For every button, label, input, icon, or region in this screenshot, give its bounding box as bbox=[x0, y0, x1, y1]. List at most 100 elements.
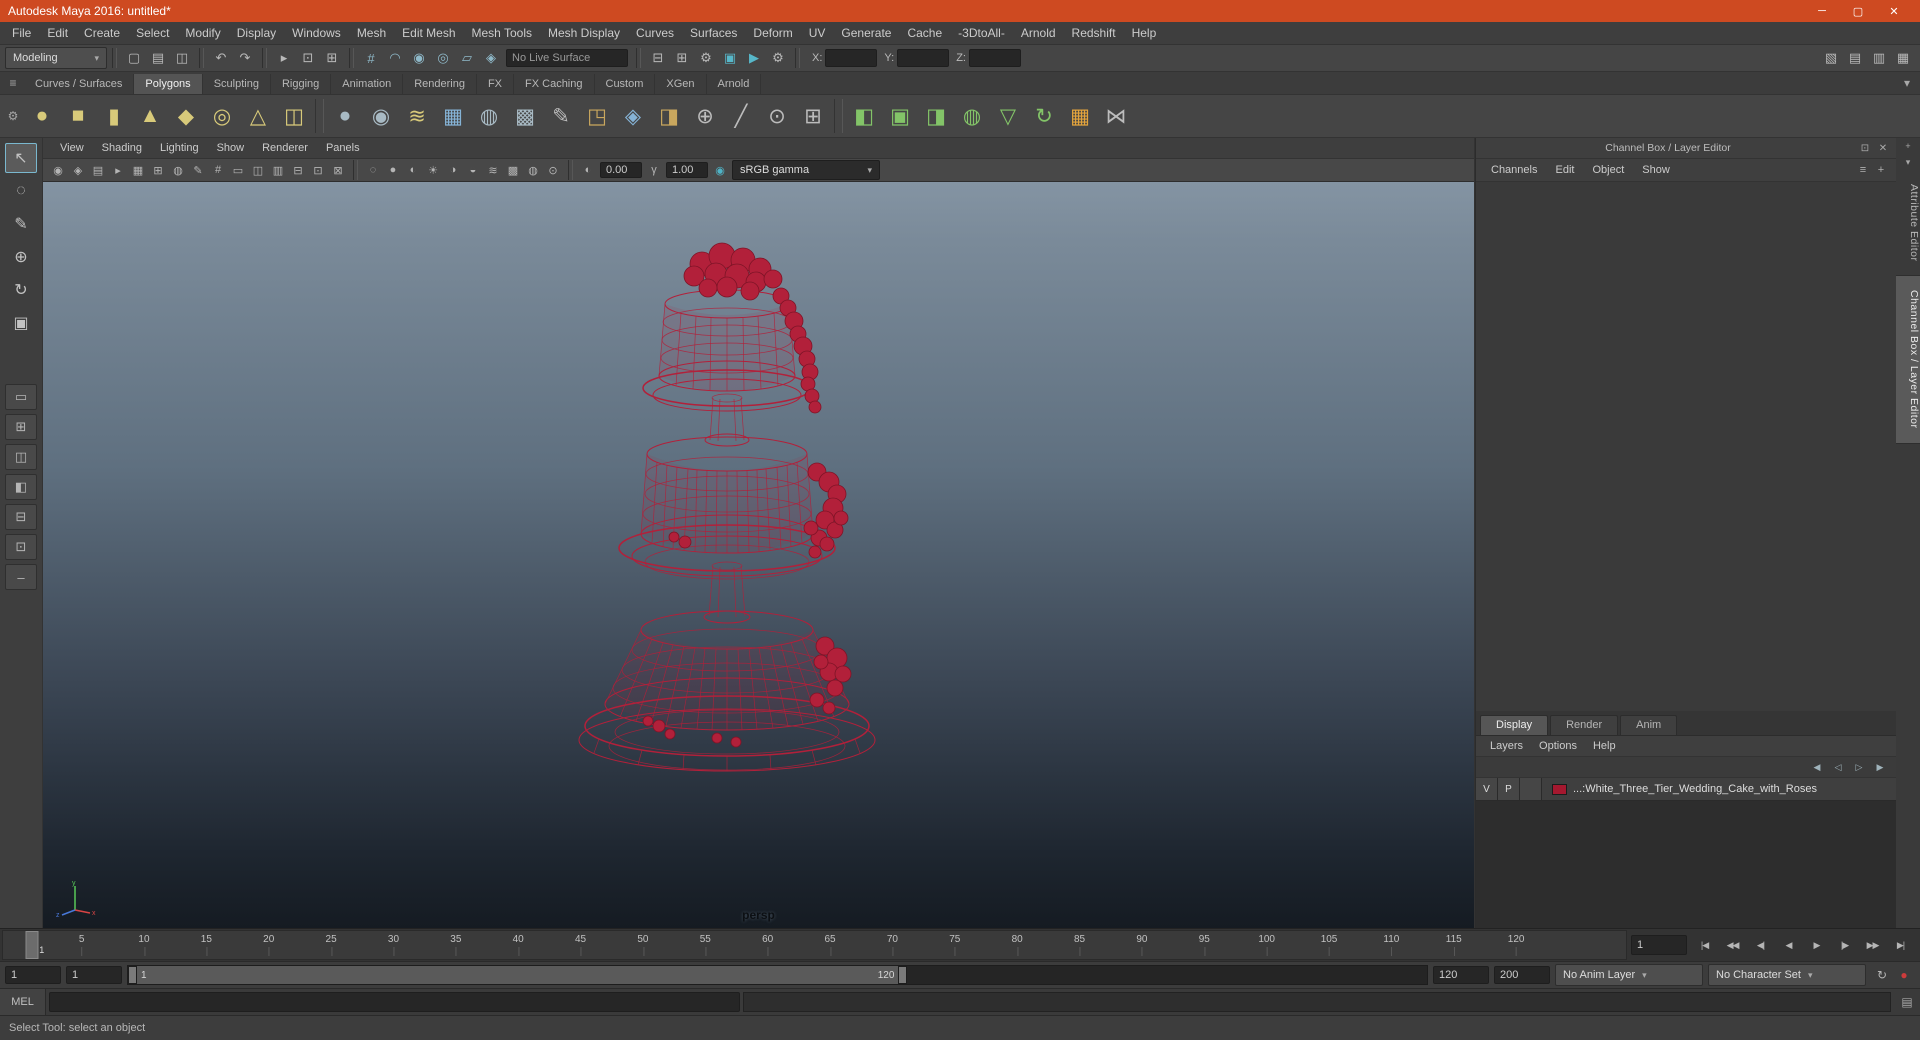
mel-input[interactable] bbox=[49, 992, 741, 1012]
quad-draw-icon[interactable]: ⊞ bbox=[795, 97, 831, 135]
layer-editor-menu-item[interactable]: Layers bbox=[1482, 740, 1531, 752]
menu-item[interactable]: Deform bbox=[745, 22, 800, 44]
mel-label[interactable]: MEL bbox=[0, 989, 46, 1015]
live-surface-field[interactable]: No Live Surface bbox=[506, 49, 628, 67]
menu-item[interactable]: -3DtoAll- bbox=[950, 22, 1013, 44]
gate-mask-icon[interactable]: ▥ bbox=[268, 160, 288, 180]
menu-item[interactable]: Help bbox=[1124, 22, 1165, 44]
safe-action-icon[interactable]: ⊡ bbox=[308, 160, 328, 180]
film-gate-icon[interactable]: ▭ bbox=[228, 160, 248, 180]
2d-pan-zoom-icon[interactable]: ⊞ bbox=[148, 160, 168, 180]
wireframe-icon[interactable]: ◌ bbox=[363, 160, 383, 180]
render-settings-icon[interactable]: ⚙ bbox=[766, 47, 790, 69]
poly-cube-icon[interactable]: ■ bbox=[60, 97, 96, 135]
x-coordinate-input[interactable] bbox=[825, 49, 878, 67]
save-scene-icon[interactable]: ◫ bbox=[170, 47, 194, 69]
shelf-tab[interactable]: Sculpting bbox=[202, 74, 271, 94]
shelf-tab[interactable]: Polygons bbox=[134, 74, 203, 94]
channel-box-menu-item[interactable]: Object bbox=[1583, 164, 1633, 176]
uv-editor-layout-button[interactable]: ⊡ bbox=[5, 534, 37, 560]
shadows-icon[interactable]: ◑ bbox=[443, 160, 463, 180]
textured-icon[interactable]: ◐ bbox=[403, 160, 423, 180]
remesh-icon[interactable]: ◍ bbox=[471, 97, 507, 135]
camera-attributes-icon[interactable]: ▤ bbox=[88, 160, 108, 180]
manipulator-icon[interactable]: + bbox=[1872, 161, 1890, 179]
combine-icon[interactable]: ▣ bbox=[882, 97, 918, 135]
rotate-tool[interactable]: ↻ bbox=[5, 275, 37, 305]
panel-menu-icon[interactable]: ▾ bbox=[1906, 154, 1911, 170]
render-icon[interactable]: ▣ bbox=[718, 47, 742, 69]
animation-start-field[interactable]: 1 bbox=[5, 966, 61, 984]
panel-menu-item[interactable]: Renderer bbox=[253, 142, 317, 154]
safe-title-icon[interactable]: ⊠ bbox=[328, 160, 348, 180]
four-pane-layout-button[interactable]: ⊞ bbox=[5, 414, 37, 440]
wireframe-cake-model[interactable] bbox=[567, 226, 927, 826]
resolution-gate-icon[interactable]: ◫ bbox=[248, 160, 268, 180]
layer-mute-icon[interactable]: ◁ bbox=[1830, 762, 1846, 773]
multisample-icon[interactable]: ▩ bbox=[503, 160, 523, 180]
shelf-tab[interactable]: XGen bbox=[655, 74, 707, 94]
menu-item[interactable]: Cache bbox=[899, 22, 950, 44]
ipr-render-icon[interactable]: ▶ bbox=[742, 47, 766, 69]
use-all-lights-icon[interactable]: ☀ bbox=[423, 160, 443, 180]
extrude-icon[interactable]: ◳ bbox=[579, 97, 615, 135]
shelf-tab[interactable]: FX Caching bbox=[514, 74, 595, 94]
menu-item[interactable]: Edit Mesh bbox=[394, 22, 463, 44]
popout-icon[interactable]: ⊡ bbox=[1856, 143, 1874, 154]
shelf-options-icon[interactable]: ≡ bbox=[2, 72, 24, 94]
menu-item[interactable]: Mesh Tools bbox=[464, 22, 540, 44]
select-tool[interactable]: ↖ bbox=[5, 143, 37, 173]
poly-pyramid-icon[interactable]: △ bbox=[240, 97, 276, 135]
layer-name[interactable]: ...:White_Three_Tier_Wedding_Cake_with_R… bbox=[1573, 783, 1817, 795]
image-plane-icon[interactable]: ▦ bbox=[128, 160, 148, 180]
bridge-icon[interactable]: ◨ bbox=[651, 97, 687, 135]
menu-item[interactable]: Generate bbox=[833, 22, 899, 44]
shelf-tab[interactable]: Custom bbox=[594, 74, 656, 94]
subdiv-sphere-icon[interactable]: ◉ bbox=[363, 97, 399, 135]
grid-toggle-icon[interactable]: # bbox=[208, 160, 228, 180]
redo-icon[interactable]: ↷ bbox=[233, 47, 257, 69]
snap-curve-icon[interactable]: ◠ bbox=[383, 47, 407, 69]
sidebar-vertical-tab[interactable]: Attribute Editor bbox=[1896, 170, 1920, 277]
layer-editor-menu-item[interactable]: Options bbox=[1531, 740, 1585, 752]
time-slider-ruler[interactable]: 1 5 10 15 20 25 30 35 40 45 50 55 60 65 70 75 80 85 90 95 1… bbox=[2, 930, 1627, 960]
poly-sphere-icon[interactable]: ● bbox=[24, 97, 60, 135]
layer-editor-tab[interactable]: Render bbox=[1550, 715, 1619, 735]
colorspace-toggle-icon[interactable]: ◉ bbox=[710, 160, 730, 180]
go-to-start-button[interactable]: |◀ bbox=[1691, 933, 1718, 957]
menu-item[interactable]: Redshift bbox=[1064, 22, 1124, 44]
snap-grid-icon[interactable]: # bbox=[359, 47, 383, 69]
layer-solo-icon[interactable]: ◀ bbox=[1809, 762, 1825, 773]
panel-menu-item[interactable]: View bbox=[51, 142, 93, 154]
channel-box-menu-item[interactable]: Show bbox=[1633, 164, 1679, 176]
menu-item[interactable]: Arnold bbox=[1013, 22, 1064, 44]
smooth-mesh-icon[interactable]: ● bbox=[327, 97, 363, 135]
make-live-icon[interactable]: ◈ bbox=[479, 47, 503, 69]
poly-cone-icon[interactable]: ▲ bbox=[132, 97, 168, 135]
play-backwards-button[interactable]: ◀ bbox=[1775, 933, 1802, 957]
channel-box-menu-item[interactable]: Edit bbox=[1546, 164, 1583, 176]
xray-icon[interactable]: ◍ bbox=[523, 160, 543, 180]
menu-item[interactable]: Modify bbox=[177, 22, 228, 44]
play-forwards-button[interactable]: ▶ bbox=[1803, 933, 1830, 957]
script-editor-icon[interactable]: ▤ bbox=[1894, 995, 1920, 1009]
range-start-handle[interactable] bbox=[128, 966, 137, 984]
step-forward-frame-button[interactable]: |▶ bbox=[1831, 933, 1858, 957]
current-frame-field[interactable]: 1 bbox=[1631, 935, 1687, 955]
poly-pipe-icon[interactable]: ◫ bbox=[276, 97, 312, 135]
channel-box-menu-item[interactable]: Channels bbox=[1482, 164, 1546, 176]
move-tool[interactable]: ⊕ bbox=[5, 242, 37, 272]
paint-select-tool[interactable]: ✎ bbox=[5, 209, 37, 239]
retopologize-icon[interactable]: ▩ bbox=[507, 97, 543, 135]
transfer-attributes-icon[interactable]: ⋈ bbox=[1098, 97, 1134, 135]
snap-projected-center-icon[interactable]: ◎ bbox=[431, 47, 455, 69]
inputs-icon[interactable]: ⊟ bbox=[646, 47, 670, 69]
mirror-icon[interactable]: ◧ bbox=[846, 97, 882, 135]
menu-item[interactable]: Create bbox=[76, 22, 128, 44]
step-back-frame-button[interactable]: ◀| bbox=[1747, 933, 1774, 957]
menu-item[interactable]: Edit bbox=[39, 22, 76, 44]
gamma-field[interactable]: 1.00 bbox=[666, 162, 708, 178]
open-scene-icon[interactable]: ▤ bbox=[146, 47, 170, 69]
shelf-tab[interactable]: Animation bbox=[331, 74, 404, 94]
layer-new-icon[interactable]: ▶ bbox=[1872, 762, 1888, 773]
